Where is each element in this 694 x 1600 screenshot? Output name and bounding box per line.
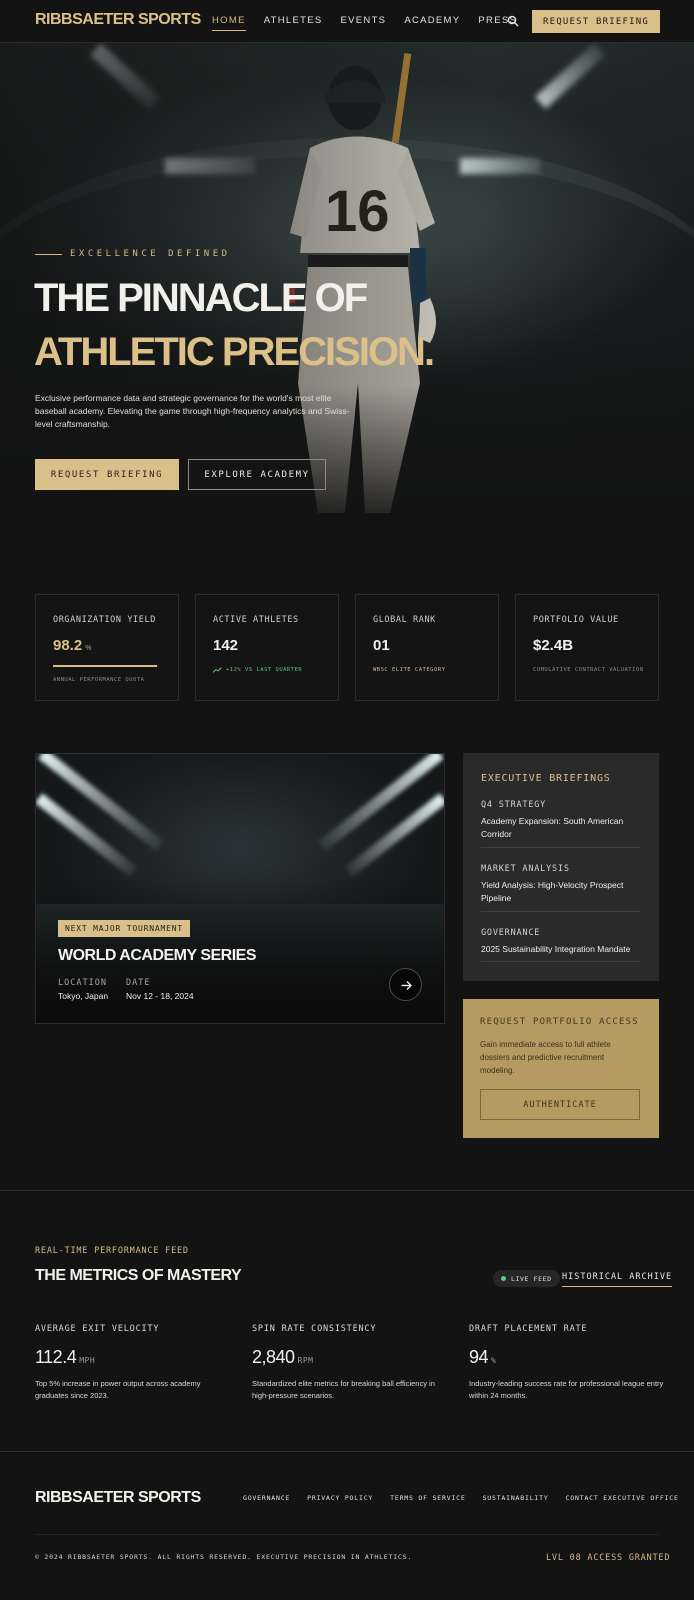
- location-value: Tokyo, Japan: [58, 991, 109, 1001]
- eyebrow-line: [35, 253, 62, 255]
- portfolio-access-panel: REQUEST PORTFOLIO ACCESS Gain immediate …: [463, 999, 659, 1138]
- briefing-text: Academy Expansion: South American Corrid…: [481, 816, 624, 839]
- live-feed-badge: LIVE FEED: [493, 1270, 560, 1287]
- footer-link-terms[interactable]: TERMS OF SERVICE: [390, 1494, 465, 1502]
- footer-link-contact[interactable]: CONTACT EXECUTIVE OFFICE: [566, 1494, 679, 1502]
- nav-link-home[interactable]: HOME: [212, 15, 246, 31]
- copyright-text: © 2024 RIBBSAETER SPORTS. ALL RIGHTS RES…: [35, 1553, 413, 1561]
- trend-up-icon: [213, 667, 222, 673]
- hero-eyebrow: EXCELLENCE DEFINED: [35, 249, 231, 259]
- metric-description: Top 5% increase in power output across a…: [35, 1379, 201, 1400]
- stat-value: 142: [213, 637, 239, 654]
- request-briefing-nav-button[interactable]: REQUEST BRIEFING: [532, 10, 660, 33]
- hero-title-line-1: THE PINNACLE OF: [34, 276, 368, 320]
- stat-card-active-athletes: ACTIVE ATHLETES 142 +12% VS LAST QUARTER: [195, 594, 339, 701]
- stat-value: $2.4B: [533, 637, 574, 654]
- stat-unit: %: [85, 645, 92, 652]
- metric-draft-placement: DRAFT PLACEMENT RATE 94% Industry-leadin…: [469, 1324, 664, 1402]
- metric-label: DRAFT PLACEMENT RATE: [469, 1324, 588, 1334]
- location-label: LOCATION: [58, 978, 107, 988]
- authenticate-button[interactable]: AUTHENTICATE: [480, 1089, 640, 1120]
- metrics-eyebrow: REAL-TIME PERFORMANCE FEED: [35, 1246, 189, 1256]
- footer-link-governance[interactable]: GOVERNANCE: [243, 1494, 290, 1502]
- stat-value: 98.2%: [53, 637, 92, 654]
- section-divider: [0, 1190, 694, 1191]
- briefing-item[interactable]: MARKET ANALYSIS Yield Analysis: High-Vel…: [481, 864, 641, 912]
- metric-label: SPIN RATE CONSISTENCY: [252, 1324, 377, 1334]
- metric-unit: RPM: [297, 1356, 314, 1365]
- briefing-text: Yield Analysis: High-Velocity Prospect P…: [481, 880, 624, 903]
- metric-unit: MPH: [79, 1356, 96, 1365]
- brand-logo[interactable]: RIBBSAETER SPORTS: [35, 11, 201, 29]
- metric-spin-rate: SPIN RATE CONSISTENCY 2,840 RPM Standardi…: [252, 1324, 447, 1402]
- arrow-right-icon: [401, 981, 412, 990]
- footer-link-privacy-policy[interactable]: PRIVACY POLICY: [307, 1494, 373, 1502]
- portfolio-description: Gain immediate access to full athlete do…: [480, 1040, 611, 1075]
- stat-card-organization-yield: ORGANIZATION YIELD 98.2% ANNUAL PERFORMA…: [35, 594, 179, 701]
- briefing-text: 2025 Sustainability Integration Mandate: [481, 944, 631, 954]
- hero-title-line-2: ATHLETIC PRECISION.: [34, 330, 435, 374]
- historical-archive-link[interactable]: HISTORICAL ARCHIVE: [562, 1272, 673, 1287]
- metric-value: 2,840 RPM: [252, 1347, 314, 1367]
- yield-progress-fill: [53, 665, 158, 667]
- hero-description: Exclusive performance data and strategic…: [35, 393, 350, 429]
- stat-label: ORGANIZATION YIELD: [53, 615, 156, 625]
- stat-note: WBSC ELITE CATEGORY: [373, 667, 446, 673]
- tournament-card[interactable]: NEXT MAJOR TOURNAMENT WORLD ACADEMY SERI…: [35, 753, 445, 1024]
- metric-exit-velocity: AVERAGE EXIT VELOCITY 112.4 MPH Top 5% in…: [35, 1324, 230, 1402]
- briefing-item[interactable]: Q4 STRATEGY Academy Expansion: South Ame…: [481, 800, 641, 848]
- live-dot-icon: [501, 1276, 506, 1281]
- tournament-arrow-button[interactable]: [389, 968, 422, 1001]
- executive-briefings-panel: EXECUTIVE BRIEFINGS Q4 STRATEGY Academy …: [463, 753, 659, 981]
- briefing-item[interactable]: GOVERNANCE 2025 Sustainability Integrati…: [481, 928, 641, 962]
- metric-label: AVERAGE EXIT VELOCITY: [35, 1324, 160, 1334]
- nav-link-events[interactable]: EVENTS: [341, 15, 387, 31]
- top-navigation: RIBBSAETER SPORTS HOME ATHLETES EVENTS A…: [0, 0, 694, 43]
- date-value: Nov 12 - 18, 2024: [126, 991, 194, 1001]
- footer-inner-divider: [35, 1534, 659, 1535]
- stat-card-portfolio-value: PORTFOLIO VALUE $2.4B CUMULATIVE CONTRAC…: [515, 594, 659, 701]
- footer-divider: [0, 1451, 694, 1452]
- briefing-category: GOVERNANCE: [481, 928, 541, 938]
- request-briefing-button[interactable]: REQUEST BRIEFING: [35, 459, 179, 490]
- tournament-badge: NEXT MAJOR TOURNAMENT: [58, 920, 190, 937]
- access-level-status: LVL 08 ACCESS GRANTED: [546, 1553, 671, 1563]
- stat-note: CUMULATIVE CONTRACT VALUATION: [533, 667, 644, 673]
- metric-value: 94%: [469, 1347, 497, 1367]
- metric-description: Industry-leading success rate for profes…: [469, 1379, 664, 1400]
- footer-brand-logo[interactable]: RIBBSAETER SPORTS: [35, 1489, 201, 1507]
- briefings-title: EXECUTIVE BRIEFINGS: [481, 773, 611, 784]
- nav-link-athletes[interactable]: ATHLETES: [264, 15, 323, 31]
- nav-link-academy[interactable]: ACADEMY: [404, 15, 460, 31]
- yield-progress-bar: [53, 665, 159, 667]
- hero-section: 16 EXCELLENCE DEFINED THE PINNACLE OF AT…: [0, 43, 694, 533]
- stat-label: ACTIVE ATHLETES: [213, 615, 299, 625]
- hero-eyebrow-text: EXCELLENCE DEFINED: [70, 249, 231, 259]
- footer-link-sustainability[interactable]: SUSTAINABILITY: [483, 1494, 549, 1502]
- metric-value: 112.4 MPH: [35, 1347, 96, 1367]
- stat-card-global-rank: GLOBAL RANK 01 WBSC ELITE CATEGORY: [355, 594, 499, 701]
- metric-description: Standardized elite metrics for breaking …: [252, 1379, 435, 1400]
- metrics-title: THE METRICS OF MASTERY: [35, 1267, 242, 1284]
- search-icon[interactable]: [507, 15, 519, 27]
- tournament-title: WORLD ACADEMY SERIES: [58, 947, 257, 964]
- explore-academy-button[interactable]: EXPLORE ACADEMY: [188, 459, 326, 490]
- briefing-category: MARKET ANALYSIS: [481, 864, 570, 874]
- briefing-category: Q4 STRATEGY: [481, 800, 547, 810]
- footer-links: GOVERNANCE PRIVACY POLICY TERMS OF SERVI…: [243, 1494, 679, 1502]
- nav-links: HOME ATHLETES EVENTS ACADEMY PRESS: [212, 15, 517, 31]
- stat-label: PORTFOLIO VALUE: [533, 615, 619, 625]
- stat-note: ANNUAL PERFORMANCE QUOTA: [53, 677, 145, 683]
- stat-note: +12% VS LAST QUARTER: [213, 667, 302, 673]
- portfolio-title: REQUEST PORTFOLIO ACCESS: [480, 1017, 639, 1027]
- metric-unit: %: [491, 1356, 497, 1365]
- stat-value: 01: [373, 637, 390, 654]
- stat-label: GLOBAL RANK: [373, 615, 436, 625]
- date-label: DATE: [126, 978, 151, 988]
